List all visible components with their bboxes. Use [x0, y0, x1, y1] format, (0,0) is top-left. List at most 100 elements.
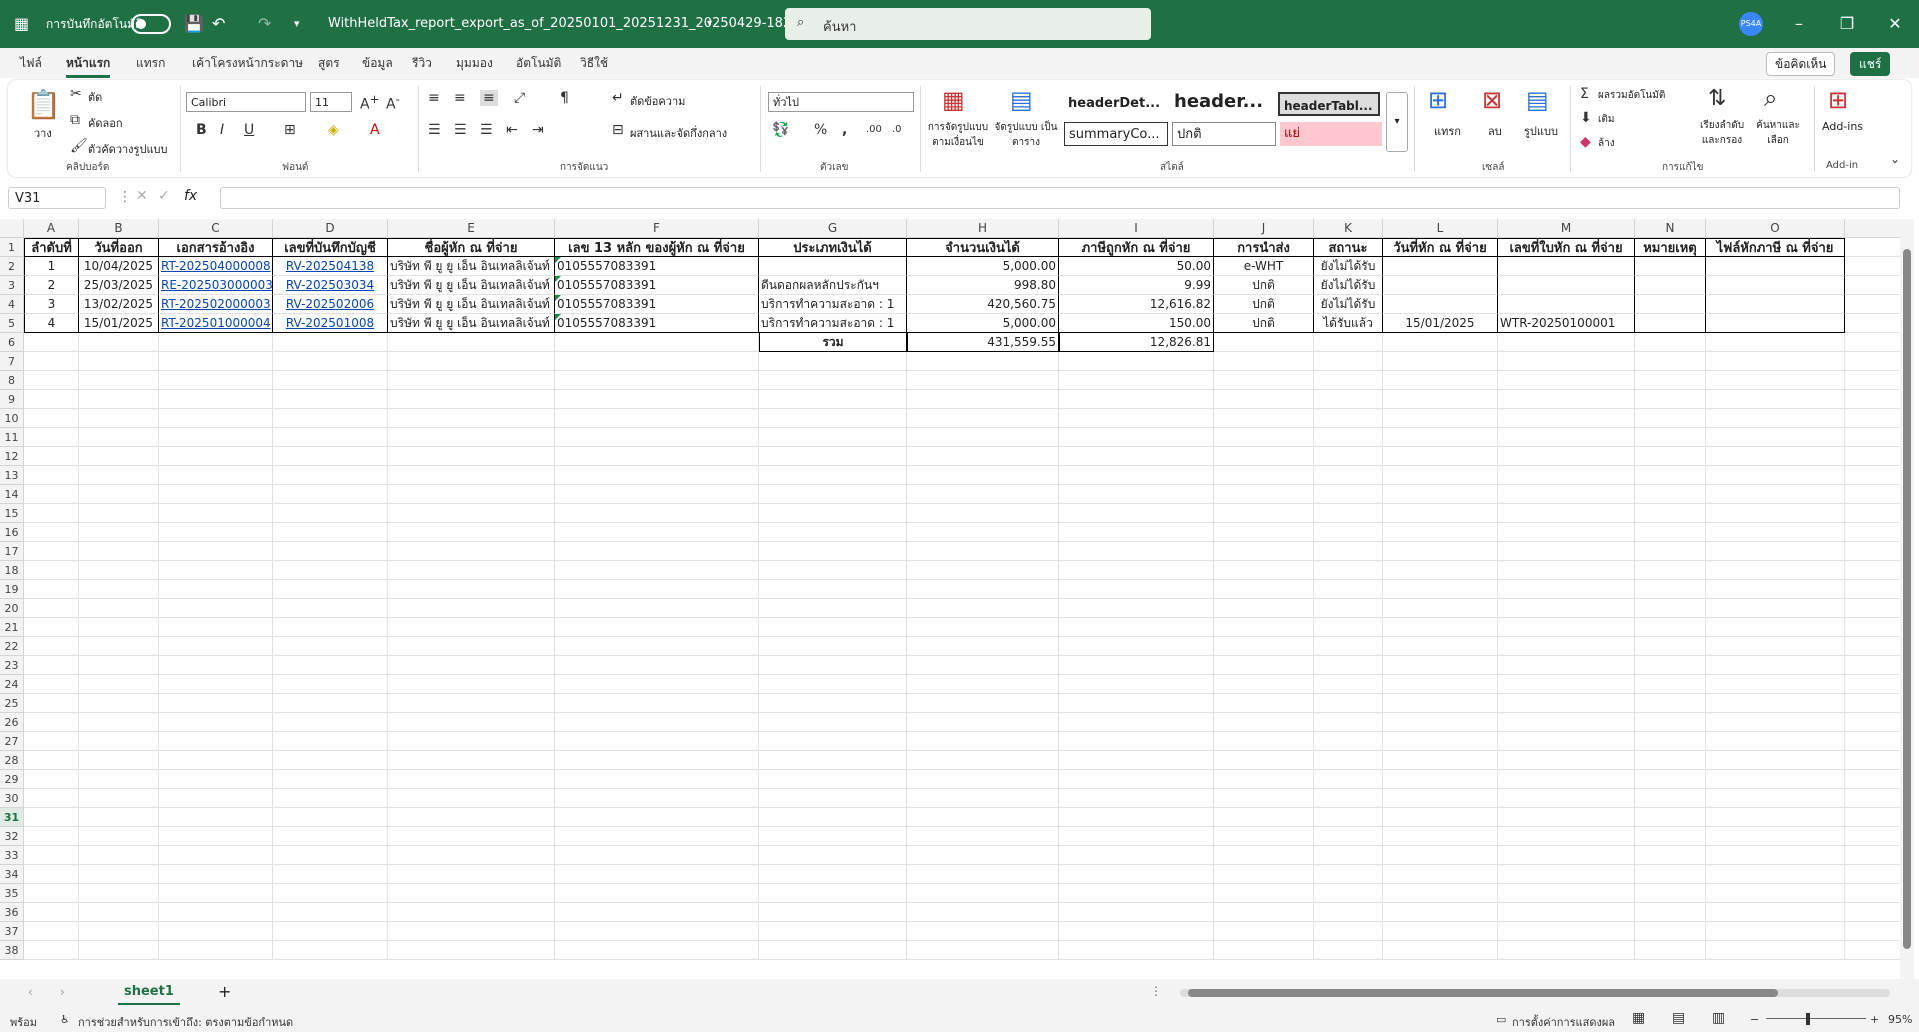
grid-cell[interactable]: [759, 447, 907, 466]
table-cell[interactable]: [1383, 276, 1498, 295]
accessibility-status[interactable]: การช่วยสำหรับการเข้าถึง: ตรงตามข้อกำหนด: [78, 1013, 293, 1031]
grid-cell[interactable]: [1635, 352, 1706, 371]
grid-cell[interactable]: [1059, 352, 1214, 371]
table-cell[interactable]: บริษัท พี ยู ยู เอ็น อินเทลลิเจ้นท์: [388, 276, 555, 295]
grid-cell[interactable]: [1314, 466, 1383, 485]
grid-cell[interactable]: [273, 618, 388, 637]
find-select-button[interactable]: ค้นหาและ เลือก: [1750, 118, 1806, 148]
row-header[interactable]: 2: [0, 257, 24, 276]
conditional-format-button[interactable]: การจัดรูปแบบ ตามเงื่อนไข: [926, 120, 990, 150]
row-header[interactable]: 37: [0, 922, 24, 941]
grid-cell[interactable]: [1706, 922, 1845, 941]
grid-cell[interactable]: [159, 580, 273, 599]
grid-cell[interactable]: [1214, 485, 1314, 504]
table-cell[interactable]: 50.00: [1059, 257, 1214, 276]
grid-cell[interactable]: [79, 637, 159, 656]
grid-cell[interactable]: [1845, 599, 1900, 618]
table-cell[interactable]: ยังไม่ได้รับ: [1314, 295, 1383, 314]
grid-cell[interactable]: [1635, 504, 1706, 523]
grid-cell[interactable]: [1314, 770, 1383, 789]
grid-cell[interactable]: [24, 884, 79, 903]
grid-cell[interactable]: [555, 789, 759, 808]
grid-cell[interactable]: [159, 865, 273, 884]
grid-cell[interactable]: [1059, 447, 1214, 466]
table-cell[interactable]: [1383, 257, 1498, 276]
grid-cell[interactable]: [907, 827, 1059, 846]
grid-cell[interactable]: [1383, 827, 1498, 846]
grid-cell[interactable]: [555, 580, 759, 599]
grid-cell[interactable]: [1383, 846, 1498, 865]
grid-cell[interactable]: [907, 409, 1059, 428]
column-header[interactable]: I: [1059, 219, 1214, 238]
grid-cell[interactable]: [1706, 371, 1845, 390]
grid-cell[interactable]: [1059, 846, 1214, 865]
row-header[interactable]: 21: [0, 618, 24, 637]
prev-sheet-icon[interactable]: ‹: [28, 985, 33, 999]
grid-cell[interactable]: [555, 371, 759, 390]
grid-cell[interactable]: [555, 485, 759, 504]
grid-cell[interactable]: [1383, 903, 1498, 922]
grid-cell[interactable]: [1383, 580, 1498, 599]
grid-cell[interactable]: [79, 903, 159, 922]
grid-cell[interactable]: [1214, 789, 1314, 808]
grid-cell[interactable]: [555, 618, 759, 637]
grid-cell[interactable]: [273, 504, 388, 523]
grid-cell[interactable]: [1314, 371, 1383, 390]
table-cell[interactable]: [1498, 276, 1635, 295]
row-header[interactable]: 17: [0, 542, 24, 561]
row-header[interactable]: 5: [0, 314, 24, 333]
grid-cell[interactable]: [1214, 390, 1314, 409]
tab-help[interactable]: วิธีใช้: [580, 54, 608, 73]
grid-cell[interactable]: [1706, 713, 1845, 732]
grid-cell[interactable]: [1635, 561, 1706, 580]
grid-cell[interactable]: [1383, 466, 1498, 485]
grid-cell[interactable]: [1706, 941, 1845, 960]
grid-cell[interactable]: [1498, 561, 1635, 580]
grid-cell[interactable]: [388, 656, 555, 675]
grid-cell[interactable]: [388, 466, 555, 485]
grid-cell[interactable]: [1214, 504, 1314, 523]
grid-cell[interactable]: [273, 922, 388, 941]
grid-cell[interactable]: [159, 675, 273, 694]
document-link[interactable]: RT-202504000008: [159, 257, 273, 276]
grid-cell[interactable]: [759, 808, 907, 827]
grid-cell[interactable]: [1214, 922, 1314, 941]
undo-icon[interactable]: ↶: [212, 0, 225, 48]
row-header[interactable]: 31: [0, 808, 24, 827]
table-cell[interactable]: ปกติ: [1214, 276, 1314, 295]
grid-cell[interactable]: [1635, 618, 1706, 637]
grid-cell[interactable]: [1059, 789, 1214, 808]
grid-cell[interactable]: [1314, 352, 1383, 371]
table-header-cell[interactable]: ไฟล์หักภาษี ณ ที่จ่าย: [1706, 238, 1845, 257]
grid-cell[interactable]: [1214, 656, 1314, 675]
grid-cell[interactable]: [79, 713, 159, 732]
grid-cell[interactable]: [1498, 637, 1635, 656]
row-header[interactable]: 34: [0, 865, 24, 884]
share-button[interactable]: แชร์: [1850, 52, 1891, 76]
table-cell[interactable]: 9.99: [1059, 276, 1214, 295]
grid-cell[interactable]: [388, 846, 555, 865]
grid-cell[interactable]: [1059, 713, 1214, 732]
tab-page-layout[interactable]: เค้าโครงหน้ากระดาษ: [192, 54, 303, 73]
grid-cell[interactable]: [1845, 276, 1900, 295]
table-cell[interactable]: 15/01/2025: [1383, 314, 1498, 333]
grid-cell[interactable]: [759, 846, 907, 865]
grid-cell[interactable]: [1383, 352, 1498, 371]
grid-cell[interactable]: [1383, 447, 1498, 466]
grid-cell[interactable]: [555, 884, 759, 903]
grid-cell[interactable]: [1059, 561, 1214, 580]
grid-cell[interactable]: [79, 390, 159, 409]
grid-cell[interactable]: [388, 884, 555, 903]
grid-cell[interactable]: [388, 732, 555, 751]
table-cell[interactable]: บริษัท พี ยู ยู เอ็น อินเทลลิเจ้นท์: [388, 257, 555, 276]
grid-cell[interactable]: [159, 390, 273, 409]
grid-cell[interactable]: [759, 827, 907, 846]
total-amount[interactable]: 431,559.55: [907, 333, 1059, 352]
grid-cell[interactable]: [273, 713, 388, 732]
grid-cell[interactable]: [1214, 694, 1314, 713]
grid-cell[interactable]: [1845, 371, 1900, 390]
grid-cell[interactable]: [555, 941, 759, 960]
grid-cell[interactable]: [1383, 808, 1498, 827]
grid-cell[interactable]: [1498, 390, 1635, 409]
document-link[interactable]: RV-202504138: [273, 257, 388, 276]
